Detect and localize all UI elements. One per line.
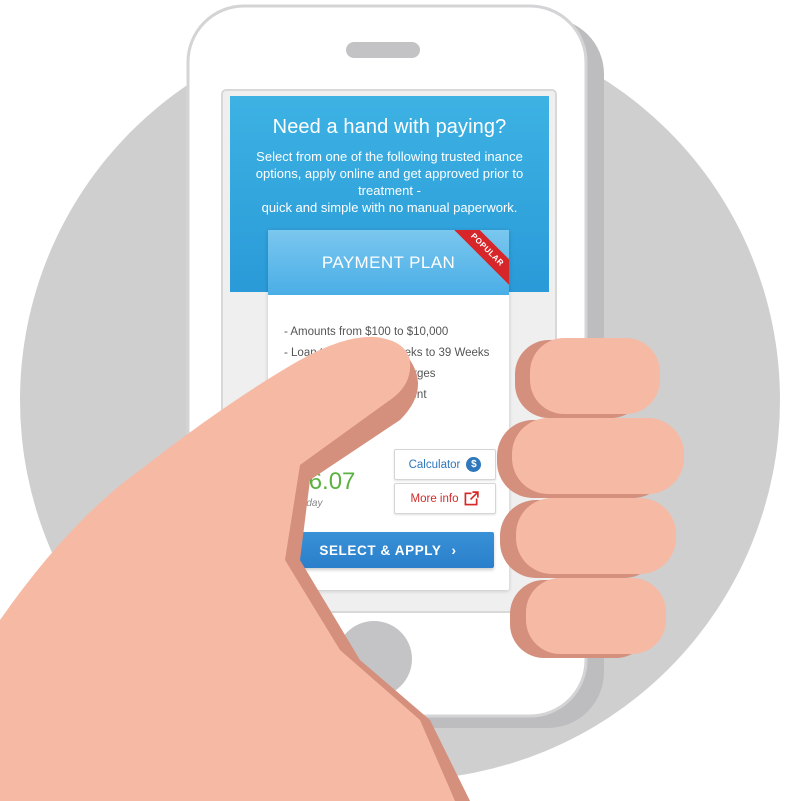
page-subtitle: Select from one of the following trusted… [255,149,524,215]
page-title: Need a hand with paying? [272,116,507,138]
calculator-label: Calculator [408,458,461,471]
home-button [336,621,412,697]
select-apply-button[interactable]: SELECT & APPLY › [282,532,494,568]
plan-header: PAYMENT PLAN POPULAR [268,230,509,295]
feature-item: - Flexible weekly repayment [284,389,427,401]
plan-title: PAYMENT PLAN [321,253,456,272]
feature-list: - Amounts from $100 to $10,000 - Loan te… [284,322,489,406]
dollar-circle-icon: $ [466,457,482,472]
feature-item: - No early repayment charges [284,368,436,380]
external-link-icon [465,491,480,506]
price-amount: $16.07 [282,468,356,495]
select-apply-label: SELECT & APPLY [319,542,442,558]
more-info-label: More info [410,492,459,505]
more-info-button[interactable]: More info [394,483,496,514]
screen-content: Need a hand with paying? Select from one… [230,96,549,606]
feature-item: - Loan terms from 8 Weeks to 39 Weeks [284,347,490,359]
chevron-right-icon: › [451,542,457,558]
price-period: Per day [288,498,323,509]
feature-item: - Amounts from $100 to $10,000 [284,326,449,338]
payment-plan-card: PAYMENT PLAN POPULAR - Amounts from $100… [268,230,509,590]
phone-speaker [346,42,420,58]
calculator-button[interactable]: Calculator $ [394,449,496,480]
